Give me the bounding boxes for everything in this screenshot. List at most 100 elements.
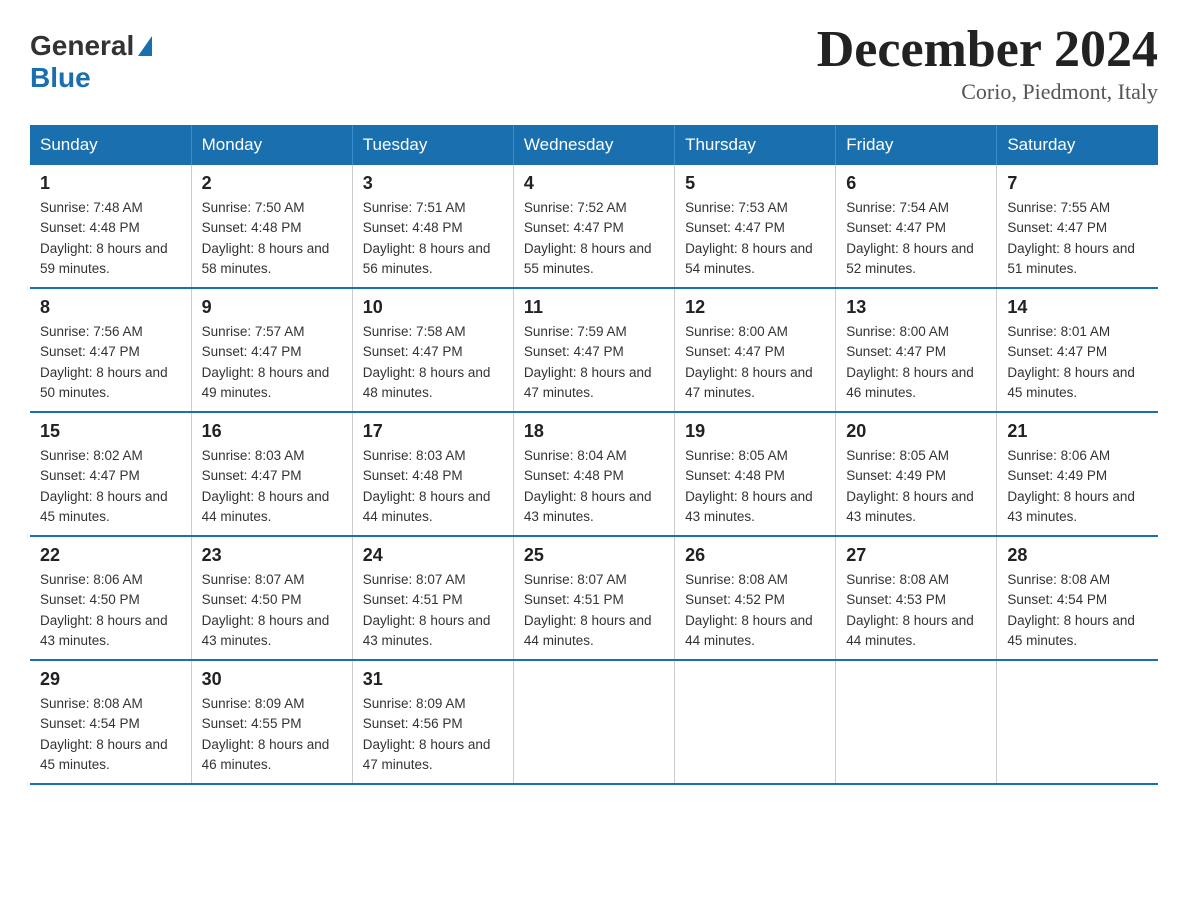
calendar-day-cell: 16 Sunrise: 8:03 AM Sunset: 4:47 PM Dayl… [191, 412, 352, 536]
logo-triangle-icon [138, 36, 152, 56]
day-info: Sunrise: 7:54 AM Sunset: 4:47 PM Dayligh… [846, 198, 986, 279]
day-number: 13 [846, 297, 986, 318]
day-info: Sunrise: 8:05 AM Sunset: 4:48 PM Dayligh… [685, 446, 825, 527]
calendar-day-cell: 1 Sunrise: 7:48 AM Sunset: 4:48 PM Dayli… [30, 165, 191, 288]
calendar-day-cell [675, 660, 836, 784]
day-info: Sunrise: 8:09 AM Sunset: 4:55 PM Dayligh… [202, 694, 342, 775]
calendar-day-cell: 8 Sunrise: 7:56 AM Sunset: 4:47 PM Dayli… [30, 288, 191, 412]
day-info: Sunrise: 8:06 AM Sunset: 4:49 PM Dayligh… [1007, 446, 1148, 527]
day-info: Sunrise: 8:08 AM Sunset: 4:54 PM Dayligh… [1007, 570, 1148, 651]
calendar-day-cell: 20 Sunrise: 8:05 AM Sunset: 4:49 PM Dayl… [836, 412, 997, 536]
calendar-day-cell: 22 Sunrise: 8:06 AM Sunset: 4:50 PM Dayl… [30, 536, 191, 660]
day-info: Sunrise: 8:09 AM Sunset: 4:56 PM Dayligh… [363, 694, 503, 775]
day-number: 26 [685, 545, 825, 566]
day-info: Sunrise: 8:08 AM Sunset: 4:52 PM Dayligh… [685, 570, 825, 651]
calendar-day-cell: 2 Sunrise: 7:50 AM Sunset: 4:48 PM Dayli… [191, 165, 352, 288]
day-info: Sunrise: 8:02 AM Sunset: 4:47 PM Dayligh… [40, 446, 181, 527]
day-info: Sunrise: 8:03 AM Sunset: 4:47 PM Dayligh… [202, 446, 342, 527]
calendar-week-row: 15 Sunrise: 8:02 AM Sunset: 4:47 PM Dayl… [30, 412, 1158, 536]
day-number: 9 [202, 297, 342, 318]
day-number: 16 [202, 421, 342, 442]
day-info: Sunrise: 8:06 AM Sunset: 4:50 PM Dayligh… [40, 570, 181, 651]
day-info: Sunrise: 8:07 AM Sunset: 4:51 PM Dayligh… [524, 570, 664, 651]
day-of-week-header: Tuesday [352, 125, 513, 165]
header: General Blue December 2024 Corio, Piedmo… [30, 20, 1158, 105]
day-info: Sunrise: 7:57 AM Sunset: 4:47 PM Dayligh… [202, 322, 342, 403]
day-number: 24 [363, 545, 503, 566]
day-number: 1 [40, 173, 181, 194]
logo-blue-text: Blue [30, 62, 91, 93]
calendar-day-cell: 7 Sunrise: 7:55 AM Sunset: 4:47 PM Dayli… [997, 165, 1158, 288]
day-info: Sunrise: 7:48 AM Sunset: 4:48 PM Dayligh… [40, 198, 181, 279]
day-info: Sunrise: 7:52 AM Sunset: 4:47 PM Dayligh… [524, 198, 664, 279]
calendar-day-cell: 30 Sunrise: 8:09 AM Sunset: 4:55 PM Dayl… [191, 660, 352, 784]
calendar-day-cell: 17 Sunrise: 8:03 AM Sunset: 4:48 PM Dayl… [352, 412, 513, 536]
day-info: Sunrise: 7:58 AM Sunset: 4:47 PM Dayligh… [363, 322, 503, 403]
day-number: 12 [685, 297, 825, 318]
day-number: 15 [40, 421, 181, 442]
logo-general-text: General [30, 30, 134, 62]
day-number: 2 [202, 173, 342, 194]
calendar-day-cell: 3 Sunrise: 7:51 AM Sunset: 4:48 PM Dayli… [352, 165, 513, 288]
calendar-day-cell [513, 660, 674, 784]
calendar-day-cell: 28 Sunrise: 8:08 AM Sunset: 4:54 PM Dayl… [997, 536, 1158, 660]
day-number: 8 [40, 297, 181, 318]
calendar-day-cell: 4 Sunrise: 7:52 AM Sunset: 4:47 PM Dayli… [513, 165, 674, 288]
day-number: 3 [363, 173, 503, 194]
day-info: Sunrise: 8:04 AM Sunset: 4:48 PM Dayligh… [524, 446, 664, 527]
calendar-week-row: 8 Sunrise: 7:56 AM Sunset: 4:47 PM Dayli… [30, 288, 1158, 412]
day-info: Sunrise: 7:59 AM Sunset: 4:47 PM Dayligh… [524, 322, 664, 403]
day-number: 20 [846, 421, 986, 442]
calendar-day-cell [836, 660, 997, 784]
calendar-day-cell: 24 Sunrise: 8:07 AM Sunset: 4:51 PM Dayl… [352, 536, 513, 660]
day-number: 25 [524, 545, 664, 566]
day-number: 22 [40, 545, 181, 566]
day-number: 19 [685, 421, 825, 442]
day-info: Sunrise: 8:08 AM Sunset: 4:53 PM Dayligh… [846, 570, 986, 651]
day-number: 21 [1007, 421, 1148, 442]
calendar-day-cell: 29 Sunrise: 8:08 AM Sunset: 4:54 PM Dayl… [30, 660, 191, 784]
day-of-week-header: Saturday [997, 125, 1158, 165]
calendar-day-cell: 26 Sunrise: 8:08 AM Sunset: 4:52 PM Dayl… [675, 536, 836, 660]
day-info: Sunrise: 7:56 AM Sunset: 4:47 PM Dayligh… [40, 322, 181, 403]
day-info: Sunrise: 8:00 AM Sunset: 4:47 PM Dayligh… [846, 322, 986, 403]
day-number: 5 [685, 173, 825, 194]
calendar-day-cell: 18 Sunrise: 8:04 AM Sunset: 4:48 PM Dayl… [513, 412, 674, 536]
day-number: 30 [202, 669, 342, 690]
day-number: 31 [363, 669, 503, 690]
calendar-day-cell: 5 Sunrise: 7:53 AM Sunset: 4:47 PM Dayli… [675, 165, 836, 288]
day-of-week-header: Friday [836, 125, 997, 165]
calendar-title: December 2024 [817, 20, 1158, 79]
day-number: 28 [1007, 545, 1148, 566]
calendar-day-cell: 6 Sunrise: 7:54 AM Sunset: 4:47 PM Dayli… [836, 165, 997, 288]
day-number: 27 [846, 545, 986, 566]
day-number: 18 [524, 421, 664, 442]
day-info: Sunrise: 7:51 AM Sunset: 4:48 PM Dayligh… [363, 198, 503, 279]
day-info: Sunrise: 7:50 AM Sunset: 4:48 PM Dayligh… [202, 198, 342, 279]
calendar-day-cell: 11 Sunrise: 7:59 AM Sunset: 4:47 PM Dayl… [513, 288, 674, 412]
calendar-subtitle: Corio, Piedmont, Italy [817, 79, 1158, 105]
day-number: 7 [1007, 173, 1148, 194]
day-number: 14 [1007, 297, 1148, 318]
logo: General Blue [30, 20, 152, 94]
calendar-day-cell: 19 Sunrise: 8:05 AM Sunset: 4:48 PM Dayl… [675, 412, 836, 536]
calendar-header-row: SundayMondayTuesdayWednesdayThursdayFrid… [30, 125, 1158, 165]
day-info: Sunrise: 8:08 AM Sunset: 4:54 PM Dayligh… [40, 694, 181, 775]
calendar-day-cell: 23 Sunrise: 8:07 AM Sunset: 4:50 PM Dayl… [191, 536, 352, 660]
calendar-day-cell: 14 Sunrise: 8:01 AM Sunset: 4:47 PM Dayl… [997, 288, 1158, 412]
calendar-day-cell: 15 Sunrise: 8:02 AM Sunset: 4:47 PM Dayl… [30, 412, 191, 536]
day-of-week-header: Sunday [30, 125, 191, 165]
calendar-day-cell: 13 Sunrise: 8:00 AM Sunset: 4:47 PM Dayl… [836, 288, 997, 412]
day-of-week-header: Wednesday [513, 125, 674, 165]
calendar-week-row: 29 Sunrise: 8:08 AM Sunset: 4:54 PM Dayl… [30, 660, 1158, 784]
day-number: 23 [202, 545, 342, 566]
day-info: Sunrise: 8:07 AM Sunset: 4:51 PM Dayligh… [363, 570, 503, 651]
day-info: Sunrise: 7:53 AM Sunset: 4:47 PM Dayligh… [685, 198, 825, 279]
day-info: Sunrise: 8:05 AM Sunset: 4:49 PM Dayligh… [846, 446, 986, 527]
day-number: 17 [363, 421, 503, 442]
day-info: Sunrise: 8:07 AM Sunset: 4:50 PM Dayligh… [202, 570, 342, 651]
day-of-week-header: Thursday [675, 125, 836, 165]
calendar-day-cell: 21 Sunrise: 8:06 AM Sunset: 4:49 PM Dayl… [997, 412, 1158, 536]
day-number: 4 [524, 173, 664, 194]
calendar-week-row: 22 Sunrise: 8:06 AM Sunset: 4:50 PM Dayl… [30, 536, 1158, 660]
